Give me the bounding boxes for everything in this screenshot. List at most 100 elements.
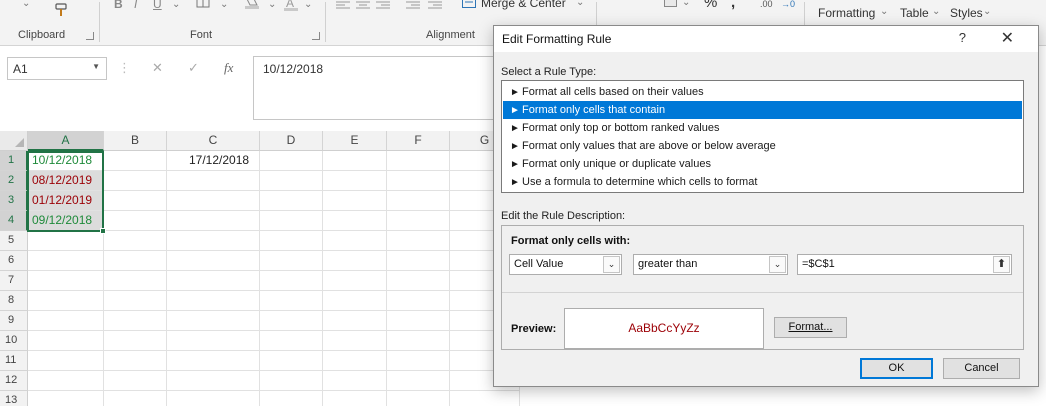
condition-type-select[interactable]: Cell Value ⌄ (509, 254, 622, 275)
row-header-5[interactable]: 5 (0, 231, 28, 251)
column-header-d[interactable]: D (260, 131, 323, 151)
grid-cell[interactable] (387, 271, 450, 291)
row-header-2[interactable]: 2 (0, 171, 28, 191)
grid-cell[interactable] (104, 291, 167, 311)
row-header-6[interactable]: 6 (0, 251, 28, 271)
grid-cell[interactable] (104, 251, 167, 271)
underline-button[interactable]: U (153, 0, 162, 11)
formula-input[interactable]: 10/12/2018 (253, 56, 513, 120)
cell-a1[interactable]: 10/12/2018 (28, 151, 104, 171)
align-left-icon[interactable] (336, 0, 350, 13)
grid-cell[interactable] (28, 311, 104, 331)
operand-input[interactable]: =$C$1 ⬆ (797, 254, 1012, 275)
grid-cell[interactable] (28, 251, 104, 271)
ok-button[interactable]: OK (860, 358, 933, 379)
grid-cell[interactable] (260, 191, 323, 211)
increase-decimal-button[interactable]: .00 (760, 0, 773, 9)
grid-cell[interactable] (260, 351, 323, 371)
rule-type-list[interactable]: ► Format all cells based on their values … (501, 80, 1024, 193)
grid-cell[interactable] (104, 351, 167, 371)
grid-cell[interactable] (167, 391, 260, 406)
more-options-icon[interactable]: ⋮ (118, 60, 131, 76)
grid-cell[interactable] (387, 151, 450, 171)
grid-cell[interactable] (104, 191, 167, 211)
insert-function-icon[interactable]: fx (224, 60, 233, 76)
grid-cell[interactable] (387, 371, 450, 391)
grid-cell[interactable] (387, 171, 450, 191)
cell-styles-button[interactable]: Styles (950, 6, 983, 20)
grid-cell[interactable] (387, 331, 450, 351)
grid-cell[interactable] (104, 231, 167, 251)
grid-cell[interactable] (104, 211, 167, 231)
align-center-icon[interactable] (356, 0, 370, 13)
row-header-9[interactable]: 9 (0, 311, 28, 331)
grid-cell[interactable] (260, 231, 323, 251)
grid-cell[interactable] (28, 291, 104, 311)
cell-a2[interactable]: 08/12/2019 (28, 171, 104, 191)
decrease-indent-icon[interactable] (406, 0, 420, 13)
column-header-c[interactable]: C (167, 131, 260, 151)
clipboard-launcher-icon[interactable] (86, 32, 94, 40)
grid-cell[interactable] (323, 371, 387, 391)
row-header-4[interactable]: 4 (0, 211, 28, 231)
merge-center-icon[interactable] (462, 0, 476, 11)
grid-cell[interactable] (323, 351, 387, 371)
grid-cell[interactable] (104, 331, 167, 351)
grid-cell[interactable] (104, 151, 167, 171)
grid-cell[interactable] (323, 271, 387, 291)
grid-cell[interactable] (260, 331, 323, 351)
bold-button[interactable]: B (114, 0, 123, 11)
cell-c1[interactable]: 17/12/2018 (167, 151, 260, 171)
underline-dropdown-icon[interactable]: ⌄ (172, 0, 180, 10)
grid-cell[interactable] (167, 271, 260, 291)
format-button[interactable]: Format... (774, 317, 847, 338)
chevron-down-icon[interactable]: ⌄ (769, 256, 786, 273)
grid-cell[interactable] (28, 351, 104, 371)
grid-cell[interactable] (167, 331, 260, 351)
grid-cell[interactable] (260, 391, 323, 406)
grid-cell[interactable] (104, 311, 167, 331)
column-header-f[interactable]: F (387, 131, 450, 151)
column-header-e[interactable]: E (323, 131, 387, 151)
cancel-button[interactable]: Cancel (943, 358, 1020, 379)
grid-cell[interactable] (104, 371, 167, 391)
format-as-table-button[interactable]: Table (900, 6, 929, 20)
paste-chevron-icon[interactable]: ⌄ (22, 0, 30, 9)
format-as-table-dropdown-icon[interactable]: ⌄ (932, 6, 940, 17)
grid-cell[interactable] (167, 231, 260, 251)
grid-cell[interactable] (167, 211, 260, 231)
enter-icon[interactable]: ✓ (188, 60, 199, 76)
operator-select[interactable]: greater than ⌄ (633, 254, 788, 275)
grid-cell[interactable] (260, 271, 323, 291)
grid-cell[interactable] (323, 171, 387, 191)
grid-cell[interactable] (260, 151, 323, 171)
row-header-3[interactable]: 3 (0, 191, 28, 211)
conditional-formatting-dropdown-icon[interactable]: ⌄ (880, 6, 888, 17)
grid-cell[interactable] (167, 351, 260, 371)
grid-cell[interactable] (323, 251, 387, 271)
grid-cell[interactable] (260, 291, 323, 311)
grid-cell[interactable] (387, 291, 450, 311)
grid-cell[interactable] (323, 191, 387, 211)
fill-handle[interactable] (100, 228, 106, 234)
close-icon[interactable]: ✕ (1001, 28, 1014, 48)
rule-type-item[interactable]: ► Format all cells based on their values (503, 83, 1022, 101)
cancel-icon[interactable]: ✕ (152, 60, 163, 76)
cell-a4[interactable]: 09/12/2018 (28, 211, 104, 231)
row-header-8[interactable]: 8 (0, 291, 28, 311)
grid-cell[interactable] (387, 311, 450, 331)
rule-type-item-selected[interactable]: ► Format only cells that contain (503, 101, 1022, 119)
grid-cell[interactable] (167, 291, 260, 311)
comma-style-button[interactable]: , (731, 0, 735, 11)
grid-cell[interactable] (323, 291, 387, 311)
row-header-11[interactable]: 11 (0, 351, 28, 371)
borders-dropdown-icon[interactable]: ⌄ (220, 0, 228, 10)
grid-cell[interactable] (450, 391, 520, 406)
cell-styles-dropdown-icon[interactable]: ⌄ (983, 6, 991, 17)
grid-cell[interactable] (28, 371, 104, 391)
grid-cell[interactable] (387, 391, 450, 406)
name-box-dropdown-icon[interactable]: ▼ (92, 62, 100, 71)
grid-cell[interactable] (387, 231, 450, 251)
select-all-corner[interactable] (0, 131, 28, 151)
accounting-format-icon[interactable] (664, 0, 678, 11)
